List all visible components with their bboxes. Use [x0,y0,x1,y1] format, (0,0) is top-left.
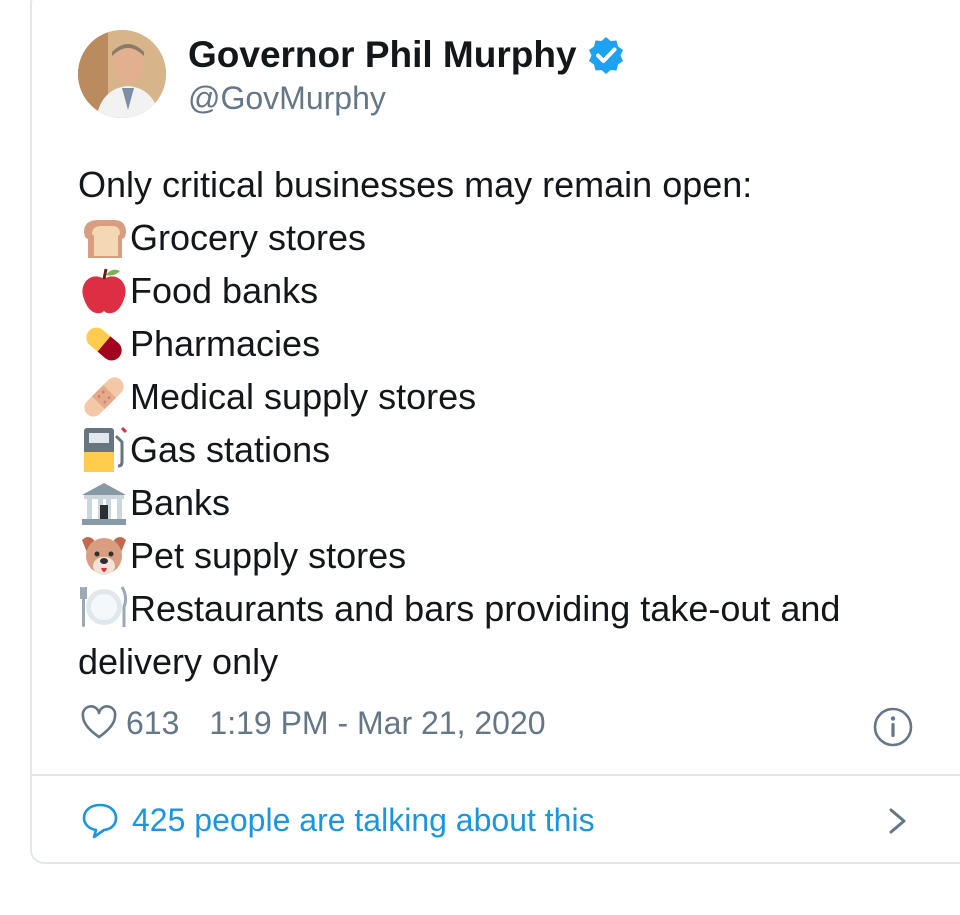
list-item: Food banks [78,264,938,317]
fuel-pump-icon [78,424,130,476]
list-item-text: Restaurants and bars providing take-out … [78,588,841,682]
heart-icon[interactable] [80,704,118,742]
list-item-text: Banks [130,482,231,523]
list-item: Pet supply stores [78,529,938,582]
bread-icon [78,212,130,264]
tweet-intro: Only critical businesses may remain open… [78,164,753,205]
list-item: Grocery stores [78,211,938,264]
list-item-text: Food banks [130,270,319,311]
bandage-icon [78,371,130,423]
bank-icon [78,477,130,529]
speech-bubble-icon [80,800,120,840]
conversation-text: 425 people are talking about this [132,801,595,838]
avatar[interactable] [78,30,166,118]
plate-cutlery-icon [78,583,130,631]
list-item: Pharmacies [78,317,938,370]
tweet-meta: 613 1:19 PM - Mar 21, 2020 [80,704,546,742]
tweet-body: Only critical businesses may remain open… [78,158,938,688]
divider [30,774,960,776]
pill-icon [78,318,130,370]
list-item: Medical supply stores [78,370,938,423]
verified-badge-icon [587,36,625,74]
info-icon[interactable] [872,706,914,748]
author-handle[interactable]: @GovMurphy [188,80,386,117]
list-item-text: Medical supply stores [130,376,477,417]
author-name[interactable]: Governor Phil Murphy [188,34,577,76]
list-item-text: Grocery stores [130,217,367,258]
timestamp[interactable]: 1:19 PM - Mar 21, 2020 [209,705,545,742]
list-item: Banks [78,476,938,529]
list-item-text: Pet supply stores [130,535,407,576]
like-count[interactable]: 613 [126,705,179,742]
chevron-right-icon[interactable] [882,806,912,836]
apple-icon [78,265,130,317]
list-item: Restaurants and bars providing take-out … [78,582,938,688]
conversation-link[interactable]: 425 people are talking about this [80,800,595,840]
list-item: Gas stations [78,423,938,476]
author-row: Governor Phil Murphy [188,34,625,76]
dog-face-icon [78,530,130,582]
list-item-text: Pharmacies [130,323,321,364]
list-item-text: Gas stations [130,429,331,470]
